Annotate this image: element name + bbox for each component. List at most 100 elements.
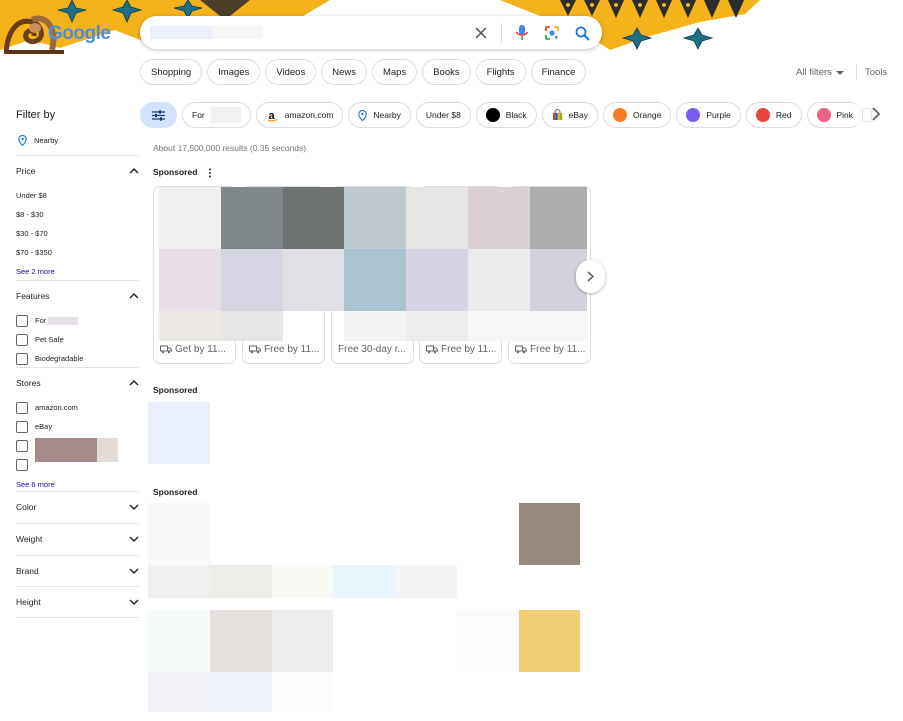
- feature-biodegradable[interactable]: Biodegradable: [16, 349, 139, 368]
- location-pin-icon: [358, 109, 368, 121]
- image-tile: [210, 610, 272, 672]
- color-header[interactable]: Color: [16, 492, 139, 522]
- tab-images[interactable]: Images: [207, 59, 261, 85]
- search-icon[interactable]: [572, 23, 592, 43]
- tab-videos[interactable]: Videos: [265, 59, 317, 85]
- checkbox[interactable]: [16, 458, 28, 471]
- chip-purple[interactable]: Purple: [676, 102, 741, 128]
- price-heading: Price: [16, 166, 36, 176]
- checkbox[interactable]: [16, 314, 28, 327]
- brand-section[interactable]: Brand: [16, 555, 139, 586]
- chip-nearby-label: Nearby: [373, 110, 401, 120]
- height-header[interactable]: Height: [16, 587, 139, 617]
- truck-icon: [160, 345, 172, 353]
- tab-books[interactable]: Books: [422, 59, 471, 85]
- sponsored-label: Sponsored: [153, 385, 198, 395]
- toolbar-divider: [856, 64, 857, 80]
- carousel-next-button[interactable]: [576, 260, 605, 293]
- amazon-logo-icon: a: [267, 110, 278, 122]
- height-section[interactable]: Height: [16, 586, 139, 618]
- chip-for-label: For: [192, 110, 205, 120]
- features-header[interactable]: Features: [16, 281, 139, 311]
- store-amazon[interactable]: amazon.com: [16, 398, 139, 417]
- chip-pink[interactable]: Pink: [806, 102, 864, 128]
- checkbox[interactable]: [16, 439, 28, 452]
- chip-red[interactable]: Red: [745, 102, 802, 128]
- checkbox[interactable]: [16, 333, 28, 346]
- stores-section: Stores amazon.com eBay See 6 more: [16, 367, 139, 491]
- nearby-label: Nearby: [34, 135, 59, 145]
- weight-header[interactable]: Weight: [16, 524, 139, 554]
- price-8-30[interactable]: $8 - $30: [16, 205, 139, 224]
- brand-header[interactable]: Brand: [16, 556, 139, 586]
- feature-option[interactable]: For: [16, 311, 139, 330]
- image-tile: [344, 249, 406, 311]
- search-query-redacted[interactable]: [150, 26, 263, 39]
- stores-heading: Stores: [16, 378, 41, 388]
- image-tile: [457, 610, 519, 672]
- chip-for[interactable]: For: [182, 102, 251, 128]
- result-stats: About 17,500,000 results (0.35 seconds): [153, 143, 307, 153]
- sponsored-image[interactable]: [148, 402, 210, 464]
- stores-header[interactable]: Stores: [16, 368, 139, 398]
- google-logo-text: Google: [48, 23, 111, 44]
- chip-amazon-label: amazon.com: [284, 110, 334, 120]
- chip-under-8-label: Under $8: [425, 110, 461, 120]
- tab-news[interactable]: News: [321, 59, 367, 85]
- weight-section[interactable]: Weight: [16, 523, 139, 555]
- chip-black[interactable]: Black: [475, 102, 537, 128]
- chip-amazon[interactable]: a amazon.com: [255, 102, 344, 128]
- chevron-up-icon: [129, 380, 139, 386]
- chevron-down-icon: [129, 599, 139, 605]
- image-tile: [468, 311, 530, 341]
- checkbox[interactable]: [16, 352, 28, 365]
- image-tile: [519, 503, 580, 565]
- tab-flights[interactable]: Flights: [475, 59, 526, 85]
- chip-nearby[interactable]: Nearby: [348, 102, 411, 128]
- checkbox[interactable]: [16, 401, 28, 414]
- chip-red-label: Red: [775, 110, 792, 120]
- weight-heading: Weight: [16, 534, 43, 544]
- price-70-350[interactable]: $70 - $350: [16, 243, 139, 262]
- features-section: Features For Pet Safe Biodegradable: [16, 280, 139, 367]
- close-icon[interactable]: [471, 23, 491, 43]
- filter-title: Filter by: [16, 109, 56, 121]
- tab-shopping[interactable]: Shopping: [140, 59, 203, 85]
- price-30-70[interactable]: $30 - $70: [16, 224, 139, 243]
- image-tile: [221, 249, 283, 311]
- chip-orange[interactable]: Orange: [602, 102, 672, 128]
- camera-lens-icon[interactable]: [542, 23, 562, 43]
- shipping-text: Free by 11...: [441, 343, 497, 355]
- chip-ebay-label: eBay: [568, 110, 588, 120]
- tools-button[interactable]: Tools: [865, 67, 887, 78]
- feature-biodegradable-label: Biodegradable: [35, 354, 84, 363]
- chevron-up-icon: [129, 168, 139, 174]
- feature-pet-safe[interactable]: Pet Safe: [16, 330, 139, 349]
- checkbox[interactable]: [16, 420, 28, 433]
- nearby-filter[interactable]: Nearby: [16, 125, 139, 155]
- redacted-text: [210, 107, 241, 123]
- image-tile: [283, 187, 344, 249]
- color-section[interactable]: Color: [16, 491, 139, 523]
- tab-finance[interactable]: Finance: [530, 59, 587, 85]
- more-options-icon[interactable]: [208, 168, 212, 178]
- price-under-8[interactable]: Under $8: [16, 186, 139, 205]
- image-tile: [283, 249, 344, 311]
- image-tile: [148, 565, 210, 598]
- image-tile: [148, 672, 210, 712]
- chip-under-8[interactable]: Under $8: [415, 102, 471, 128]
- chip-ebay[interactable]: eBay: [541, 102, 598, 128]
- search-box[interactable]: [140, 16, 602, 49]
- image-tile: [344, 187, 406, 249]
- price-section: Price Under $8 $8 - $30 $30 - $70 $70 - …: [16, 155, 139, 280]
- tab-maps[interactable]: Maps: [371, 59, 418, 85]
- truck-icon: [249, 345, 261, 353]
- mic-icon[interactable]: [512, 23, 532, 43]
- store-ebay[interactable]: eBay: [16, 417, 139, 436]
- image-tile: [530, 311, 587, 341]
- filter-settings-chip[interactable]: [140, 102, 177, 128]
- chevron-down-icon: [129, 568, 139, 574]
- all-filters-button[interactable]: All filters: [796, 67, 844, 78]
- chips-scroll-right-button[interactable]: [872, 107, 881, 126]
- price-header[interactable]: Price: [16, 156, 139, 186]
